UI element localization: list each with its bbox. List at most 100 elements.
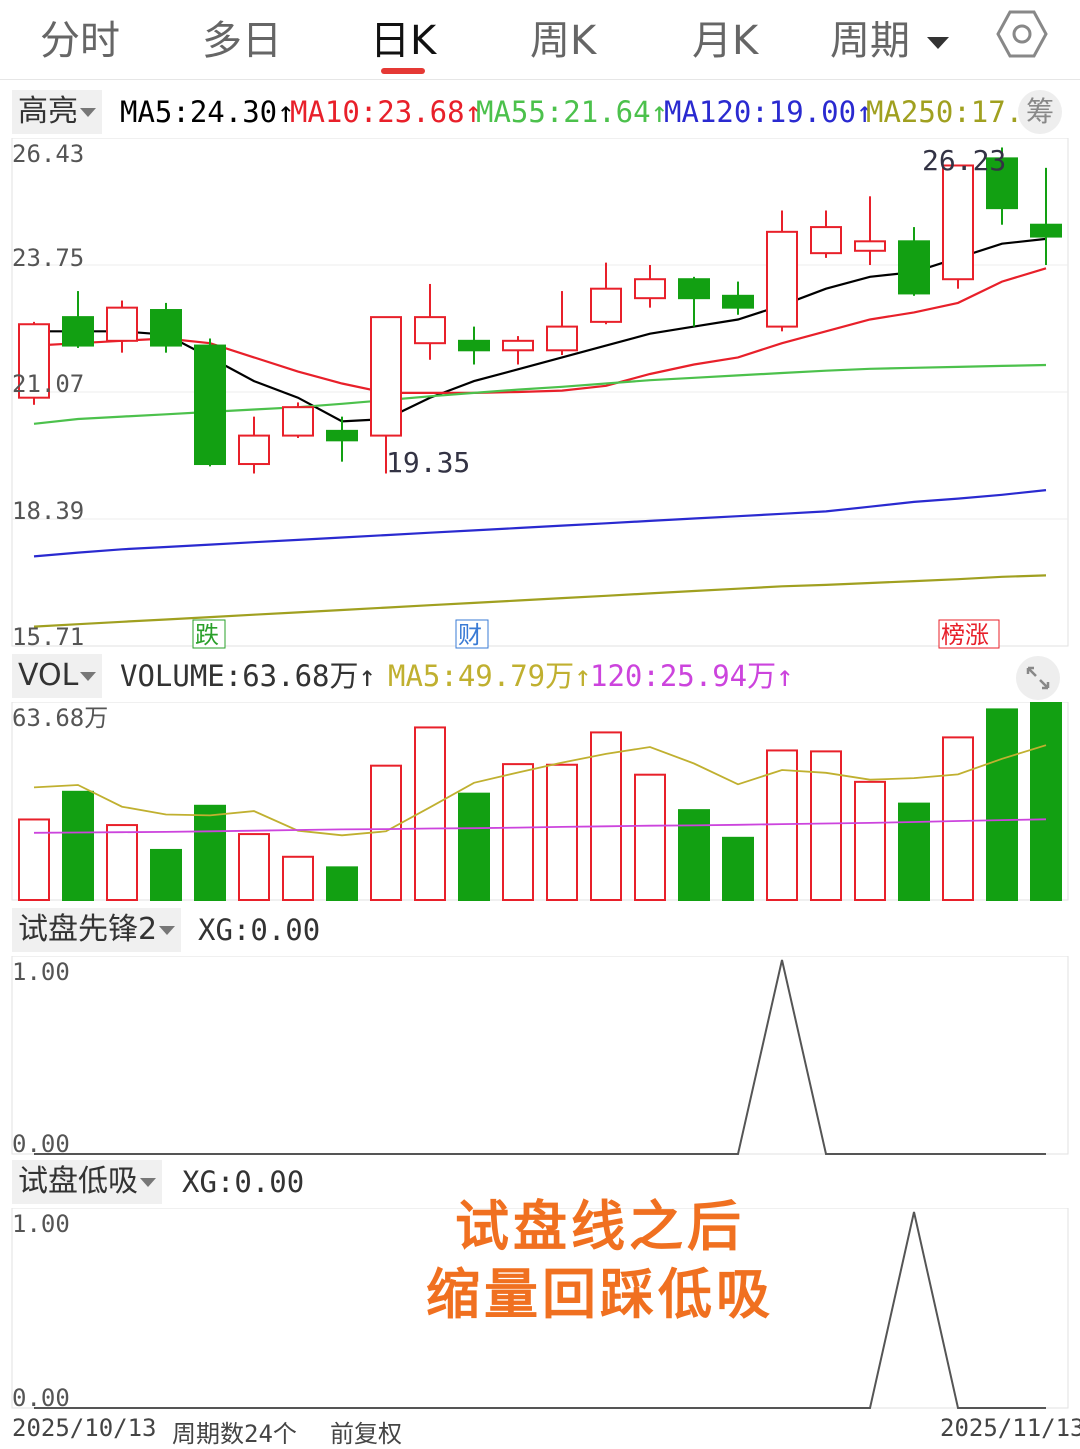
ma250-legend: MA250:17. [866, 95, 1024, 129]
candlestick [106, 300, 138, 353]
ma120-legend: MA120:19.00↑ [664, 95, 874, 129]
volume-bar [150, 848, 182, 901]
caret-down-icon [80, 108, 96, 117]
candlestick [854, 196, 886, 265]
volume-ma-line [33, 818, 1047, 834]
volume-legend: VOL VOLUME:63.68万↑ MA5:49.79万↑ 120:25.94… [0, 654, 1080, 700]
volume-bar [854, 780, 886, 901]
event-tag-finance[interactable]: 财 [455, 619, 489, 649]
volume-bar [326, 866, 358, 901]
volume-bar [194, 804, 226, 901]
candle-body [282, 406, 314, 437]
candle-body [678, 278, 710, 300]
volume-bar [238, 833, 270, 901]
volume-bar [18, 818, 50, 901]
ma55-legend: MA55:21.64↑ [476, 95, 669, 129]
high-price-label: 26.23 [922, 144, 1006, 177]
kline-chart[interactable]: 26.43 23.75 21.07 18.39 15.71 26.23 19.3… [0, 138, 1080, 650]
indicator2-y-bottom: 0.00 [12, 1384, 70, 1412]
volume-indicator-selector[interactable]: VOL [12, 654, 103, 698]
candle-body [326, 429, 358, 442]
kline-selector-label: 高亮 [18, 94, 78, 129]
volume-bar [458, 792, 490, 901]
candle-body [150, 309, 182, 347]
tab-multi-day[interactable]: 多日 [202, 8, 282, 66]
candle-body [370, 316, 402, 437]
caret-down-icon [926, 37, 949, 49]
indicator2-y-top: 1.00 [12, 1210, 70, 1238]
indicator1-value: XG:0.00 [198, 913, 321, 947]
ma-line-ma5 [34, 237, 1047, 423]
candlestick [722, 281, 754, 315]
tab-period-label: 周期 [830, 18, 910, 64]
annotation-line-2: 缩量回踩低吸 [426, 1263, 774, 1326]
chip-distribution-button[interactable]: 筹 [1018, 90, 1062, 134]
candle-body [194, 344, 226, 466]
candlestick [194, 338, 226, 467]
settings-icon[interactable] [996, 8, 1048, 60]
event-tag-drop[interactable]: 跌 [192, 619, 226, 649]
candlestick [150, 302, 182, 353]
volume-bar [722, 836, 754, 901]
volume-bar [106, 824, 138, 901]
candlestick [942, 164, 974, 289]
event-tag-drop-label: 跌 [195, 621, 219, 649]
candlestick [810, 210, 842, 258]
indicator2-selector-label: 试盘低吸 [18, 1164, 138, 1199]
candle-body [62, 316, 94, 347]
candle-body [766, 230, 798, 328]
volume-bar [590, 731, 622, 901]
candle-body [854, 240, 886, 252]
ma5-legend: MA5:24.30↑ [120, 95, 295, 129]
candlestick [326, 416, 358, 462]
tab-daily-k[interactable]: 日K [370, 8, 436, 66]
volume-ma120-legend: 120:25.94万↑ [590, 659, 794, 693]
indicator1-chart[interactable]: 1.00 0.00 [0, 956, 1080, 1158]
caret-down-icon [140, 1178, 156, 1187]
candle-body [810, 226, 842, 255]
ma-line-ma120 [33, 489, 1047, 558]
volume-bar [62, 790, 94, 901]
indicator1-selector[interactable]: 试盘先锋2 [12, 908, 182, 952]
event-tag-rank-rise-label: 榜涨 [941, 621, 989, 649]
volume-bar [942, 736, 974, 902]
kline-indicator-selector[interactable]: 高亮 [12, 90, 102, 134]
candle-body [458, 339, 490, 352]
low-price-label: 19.35 [386, 446, 470, 479]
indicator-signal-line [34, 959, 1046, 1155]
period-count: 周期数24个 [172, 1420, 297, 1448]
volume-bar [678, 809, 710, 901]
start-date: 2025/10/13 [12, 1414, 157, 1442]
indicator1-selector-label: 试盘先锋2 [18, 912, 158, 947]
candlestick [282, 402, 314, 438]
price-adjust-mode[interactable]: 前复权 [330, 1414, 402, 1448]
volume-selector-label: VOL [18, 658, 79, 693]
candlestick [634, 265, 666, 308]
volume-chart[interactable]: 63.68万 [0, 702, 1080, 904]
volume-max-label: 63.68万 [12, 704, 108, 732]
indicator2-selector[interactable]: 试盘低吸 [12, 1160, 162, 1204]
tab-time-share[interactable]: 分时 [40, 8, 120, 66]
volume-bar [634, 773, 666, 901]
candlestick [678, 276, 710, 327]
caret-down-icon [80, 672, 97, 681]
active-tab-indicator [381, 68, 425, 74]
candlestick [458, 326, 490, 365]
y-tick-label: 15.71 [12, 623, 84, 650]
volume-bar [898, 802, 930, 901]
expand-icon[interactable] [1016, 656, 1060, 700]
tab-period-dropdown[interactable]: 周期 [830, 8, 949, 66]
candle-body [238, 434, 270, 466]
volume-bar [502, 763, 534, 901]
candlestick [546, 291, 578, 356]
volume-bar [546, 763, 578, 901]
tab-weekly-k[interactable]: 周K [530, 8, 596, 66]
candlestick [766, 210, 798, 332]
volume-bar [986, 708, 1018, 901]
event-tag-rank-rise[interactable]: 榜涨 [938, 619, 1000, 649]
tab-monthly-k[interactable]: 月K [692, 8, 758, 66]
candle-body [722, 294, 754, 309]
y-tick-label: 18.39 [12, 497, 84, 525]
candle-body [414, 316, 446, 345]
candle-body [546, 325, 578, 352]
